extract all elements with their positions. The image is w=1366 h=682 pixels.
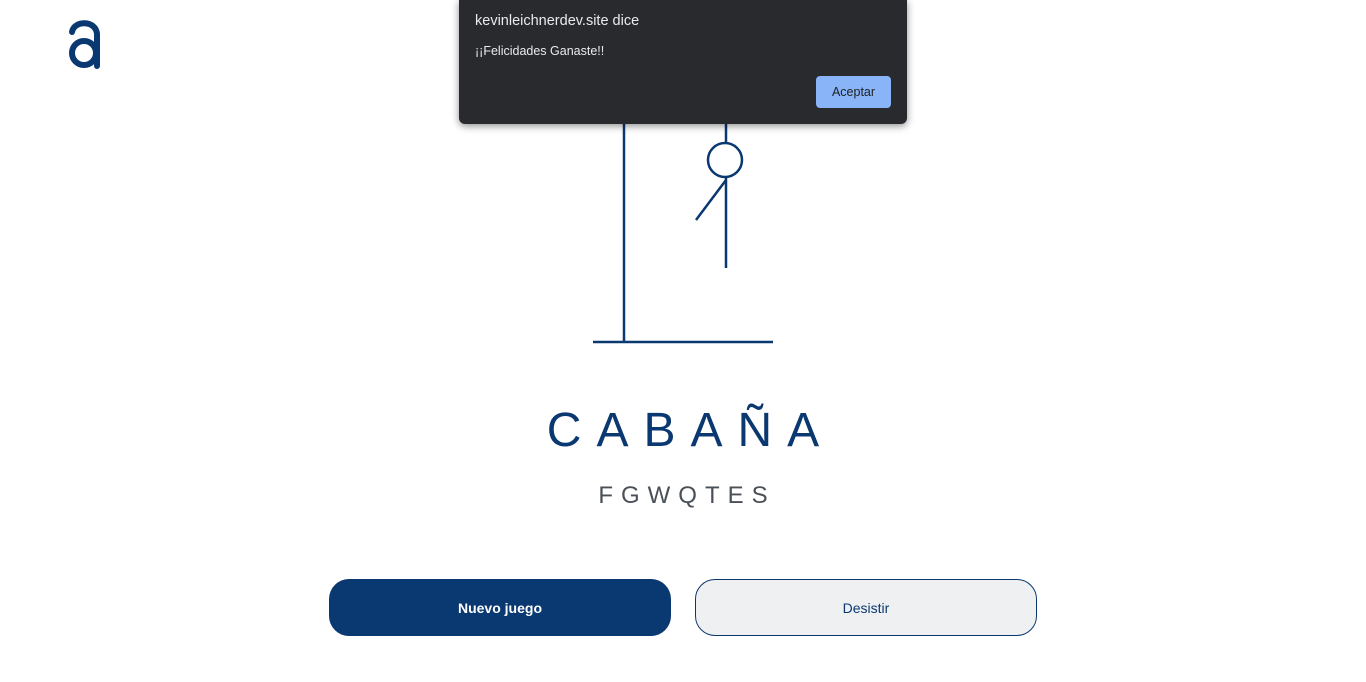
dialog-ok-button[interactable]: Aceptar (816, 76, 891, 108)
new-game-button[interactable]: Nuevo juego (329, 579, 671, 636)
alura-logo-icon[interactable] (66, 18, 102, 70)
hangman-left-arm (695, 179, 727, 221)
alert-dialog: kevinleichnerdev.site dice ¡¡Felicidades… (459, 0, 907, 124)
dialog-message: ¡¡Felicidades Ganaste!! (475, 44, 605, 58)
wrong-letters: FGWQTES (598, 482, 776, 509)
hangman-head (706, 141, 744, 179)
secret-word: CABAÑA (546, 404, 835, 457)
dialog-title: kevinleichnerdev.site dice (475, 13, 640, 29)
quit-button[interactable]: Desistir (695, 579, 1037, 636)
